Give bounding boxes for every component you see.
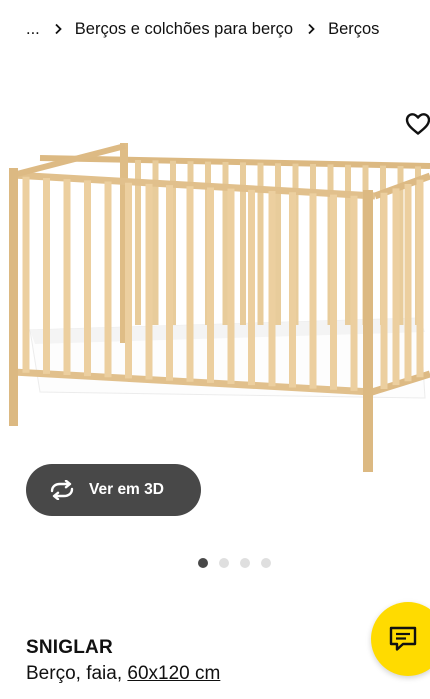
product-description-text: Berço, faia,	[26, 663, 123, 684]
view-in-3d-button[interactable]: Ver em 3D	[26, 464, 201, 516]
product-description: Berço, faia, 60x120 cm	[26, 663, 220, 685]
product-size-link[interactable]: 60x120 cm	[127, 663, 220, 684]
breadcrumb-ellipsis[interactable]: ...	[26, 20, 40, 39]
carousel-dot[interactable]	[219, 558, 229, 568]
carousel-dot[interactable]	[261, 558, 271, 568]
product-name: SNIGLAR	[26, 637, 113, 658]
breadcrumb-item-cribs[interactable]: Berços	[328, 20, 379, 39]
carousel-dot[interactable]	[198, 558, 208, 568]
breadcrumb: ... Berços e colchões para berço Berços	[26, 17, 379, 41]
breadcrumb-item-cribs-and-mattresses[interactable]: Berços e colchões para berço	[75, 20, 293, 39]
carousel-indicators	[198, 558, 271, 568]
chevron-right-icon	[307, 23, 316, 35]
rotate-3d-icon	[48, 479, 78, 501]
chat-button[interactable]	[371, 602, 430, 676]
chat-bubble-icon	[389, 626, 417, 657]
view-in-3d-label: Ver em 3D	[89, 481, 164, 498]
chevron-right-icon	[54, 23, 63, 35]
product-image	[9, 143, 430, 472]
carousel-dot[interactable]	[240, 558, 250, 568]
